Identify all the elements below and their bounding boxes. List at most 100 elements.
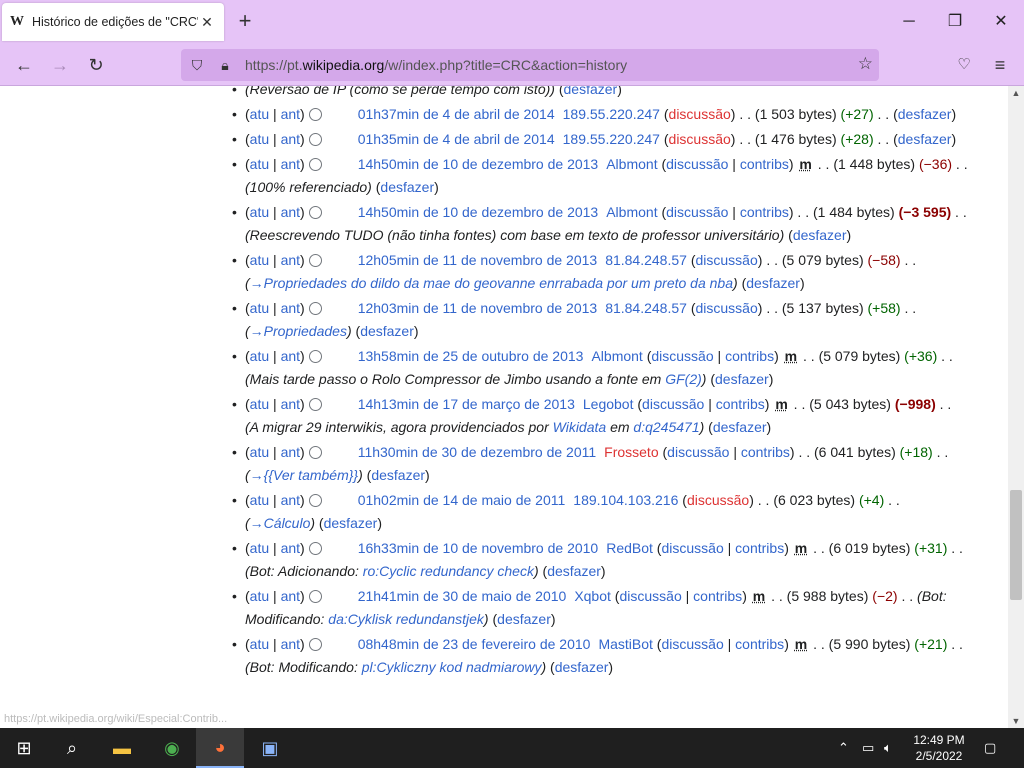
compare-radio[interactable] [308,494,322,507]
user-link[interactable]: 189.55.220.247 [563,131,660,147]
bookmark-star-icon[interactable]: ☆ [858,54,873,74]
talk-link[interactable]: discussão [661,636,723,652]
prev-diff-link[interactable]: ant [281,492,300,508]
cur-diff-link[interactable]: atu [250,106,269,122]
prev-diff-link[interactable]: ant [281,396,300,412]
notifications-icon[interactable]: ▢ [984,728,996,768]
contribs-link[interactable]: contribs [716,396,765,412]
chrome-icon[interactable]: ◉ [148,728,196,768]
prev-diff-link[interactable]: ant [281,636,300,652]
undo-link[interactable]: desfazer [555,659,609,675]
comment-link-2[interactable]: d:q245471 [633,419,699,435]
user-link[interactable]: 81.84.248.57 [605,300,687,316]
revision-date-link[interactable]: 21h41min de 30 de maio de 2010 [358,588,567,604]
reload-icon[interactable]: ↻ [82,52,110,78]
compare-radio[interactable] [308,133,322,146]
prev-diff-link[interactable]: ant [281,131,300,147]
prev-diff-link[interactable]: ant [281,106,300,122]
undo-link[interactable]: desfazer [898,131,952,147]
user-link[interactable]: 189.55.220.247 [563,106,660,122]
undo-link[interactable]: desfazer [371,467,425,483]
cur-diff-link[interactable]: atu [250,300,269,316]
comment-link[interactable]: Wikidata [553,419,607,435]
user-link[interactable]: 189.104.103.216 [573,492,678,508]
contribs-link[interactable]: contribs [740,204,789,220]
section-link[interactable]: →{{Ver também}} [250,467,358,483]
prev-diff-link[interactable]: ant [281,540,300,556]
comment-link[interactable]: da:Cyklisk redundanstjek [328,611,484,627]
new-tab-button[interactable]: + [234,10,256,34]
back-icon[interactable]: ← [10,52,38,78]
undo-link[interactable]: desfazer [715,371,769,387]
compare-radio[interactable] [308,206,322,219]
close-window-icon[interactable]: ✕ [986,10,1016,34]
user-link[interactable]: 81.84.248.57 [605,252,687,268]
contribs-link[interactable]: contribs [740,156,789,172]
undo-link[interactable]: desfazer [898,106,952,122]
cur-diff-link[interactable]: atu [250,204,269,220]
undo-link[interactable]: desfazer [746,275,800,291]
undo-link[interactable]: desfazer [547,563,601,579]
scroll-up-icon[interactable]: ▲ [1008,86,1024,100]
compare-radio[interactable] [308,158,322,171]
prev-diff-link[interactable]: ant [281,156,300,172]
talk-link[interactable]: discussão [687,492,749,508]
cur-diff-link[interactable]: atu [250,588,269,604]
undo-link[interactable]: desfazer [564,86,618,97]
menu-icon[interactable]: ≡ [986,52,1014,78]
user-link[interactable]: Legobot [583,396,634,412]
talk-link[interactable]: discussão [669,106,731,122]
revision-date-link[interactable]: 01h37min de 4 de abril de 2014 [358,106,555,122]
compare-radio[interactable] [308,398,322,411]
revision-date-link[interactable]: 16h33min de 10 de novembro de 2010 [358,540,599,556]
cur-diff-link[interactable]: atu [250,492,269,508]
close-tab-icon[interactable]: ✕ [198,14,216,31]
revision-date-link[interactable]: 14h13min de 17 de março de 2013 [358,396,575,412]
compare-radio[interactable] [308,350,322,363]
vertical-scrollbar[interactable]: ▲ ▼ [1008,86,1024,728]
minimize-icon[interactable]: ─ [894,10,924,34]
revision-date-link[interactable]: 11h30min de 30 de dezembro de 2011 [358,444,596,460]
undo-link[interactable]: desfazer [324,515,378,531]
prev-diff-link[interactable]: ant [281,444,300,460]
cur-diff-link[interactable]: atu [250,396,269,412]
cur-diff-link[interactable]: atu [250,540,269,556]
compare-radio[interactable] [308,446,322,459]
cur-diff-link[interactable]: atu [250,636,269,652]
revision-date-link[interactable]: 01h35min de 4 de abril de 2014 [358,131,555,147]
scroll-down-icon[interactable]: ▼ [1008,714,1024,728]
comment-link[interactable]: pl:Cykliczny kod nadmiarowy [362,659,542,675]
pocket-icon[interactable]: ♡ [950,52,978,78]
comment-link[interactable]: GF(2) [665,371,702,387]
firefox-icon[interactable]: ◕ [196,728,244,768]
section-link[interactable]: →Propriedades do dildo da mae do geovann… [250,275,733,291]
talk-link[interactable]: discussão [667,444,729,460]
talk-link[interactable]: discussão [642,396,704,412]
undo-link[interactable]: desfazer [497,611,551,627]
cur-diff-link[interactable]: atu [250,444,269,460]
cur-diff-link[interactable]: atu [250,348,269,364]
contribs-link[interactable]: contribs [735,636,784,652]
talk-link[interactable]: discussão [619,588,681,604]
talk-link[interactable]: discussão [661,540,723,556]
network-app-icon[interactable]: ▣ [246,728,294,768]
contribs-link[interactable]: contribs [735,540,784,556]
file-explorer-icon[interactable]: ▬ [98,728,146,768]
prev-diff-link[interactable]: ant [281,300,300,316]
browser-tab[interactable]: W Histórico de edições de "CRC" - ✕ [2,3,224,41]
volume-muted-icon[interactable]: 🔈︎ [884,728,892,768]
prev-diff-link[interactable]: ant [281,204,300,220]
compare-radio[interactable] [308,590,322,603]
talk-link[interactable]: discussão [696,252,758,268]
url-bar[interactable]: ⛉ 🔒︎ https://pt.wikipedia.org/w/index.ph… [181,49,879,81]
prev-diff-link[interactable]: ant [281,588,300,604]
scroll-thumb[interactable] [1010,490,1022,600]
maximize-icon[interactable]: ❐ [940,10,970,34]
prev-diff-link[interactable]: ant [281,252,300,268]
revision-date-link[interactable]: 12h03min de 11 de novembro de 2013 [358,300,597,316]
revision-date-link[interactable]: 13h58min de 25 de outubro de 2013 [358,348,584,364]
revision-date-link[interactable]: 12h05min de 11 de novembro de 2013 [358,252,597,268]
revision-date-link[interactable]: 14h50min de 10 de dezembro de 2013 [358,156,599,172]
user-link[interactable]: RedBot [606,540,653,556]
user-link[interactable]: MastiBot [598,636,652,652]
